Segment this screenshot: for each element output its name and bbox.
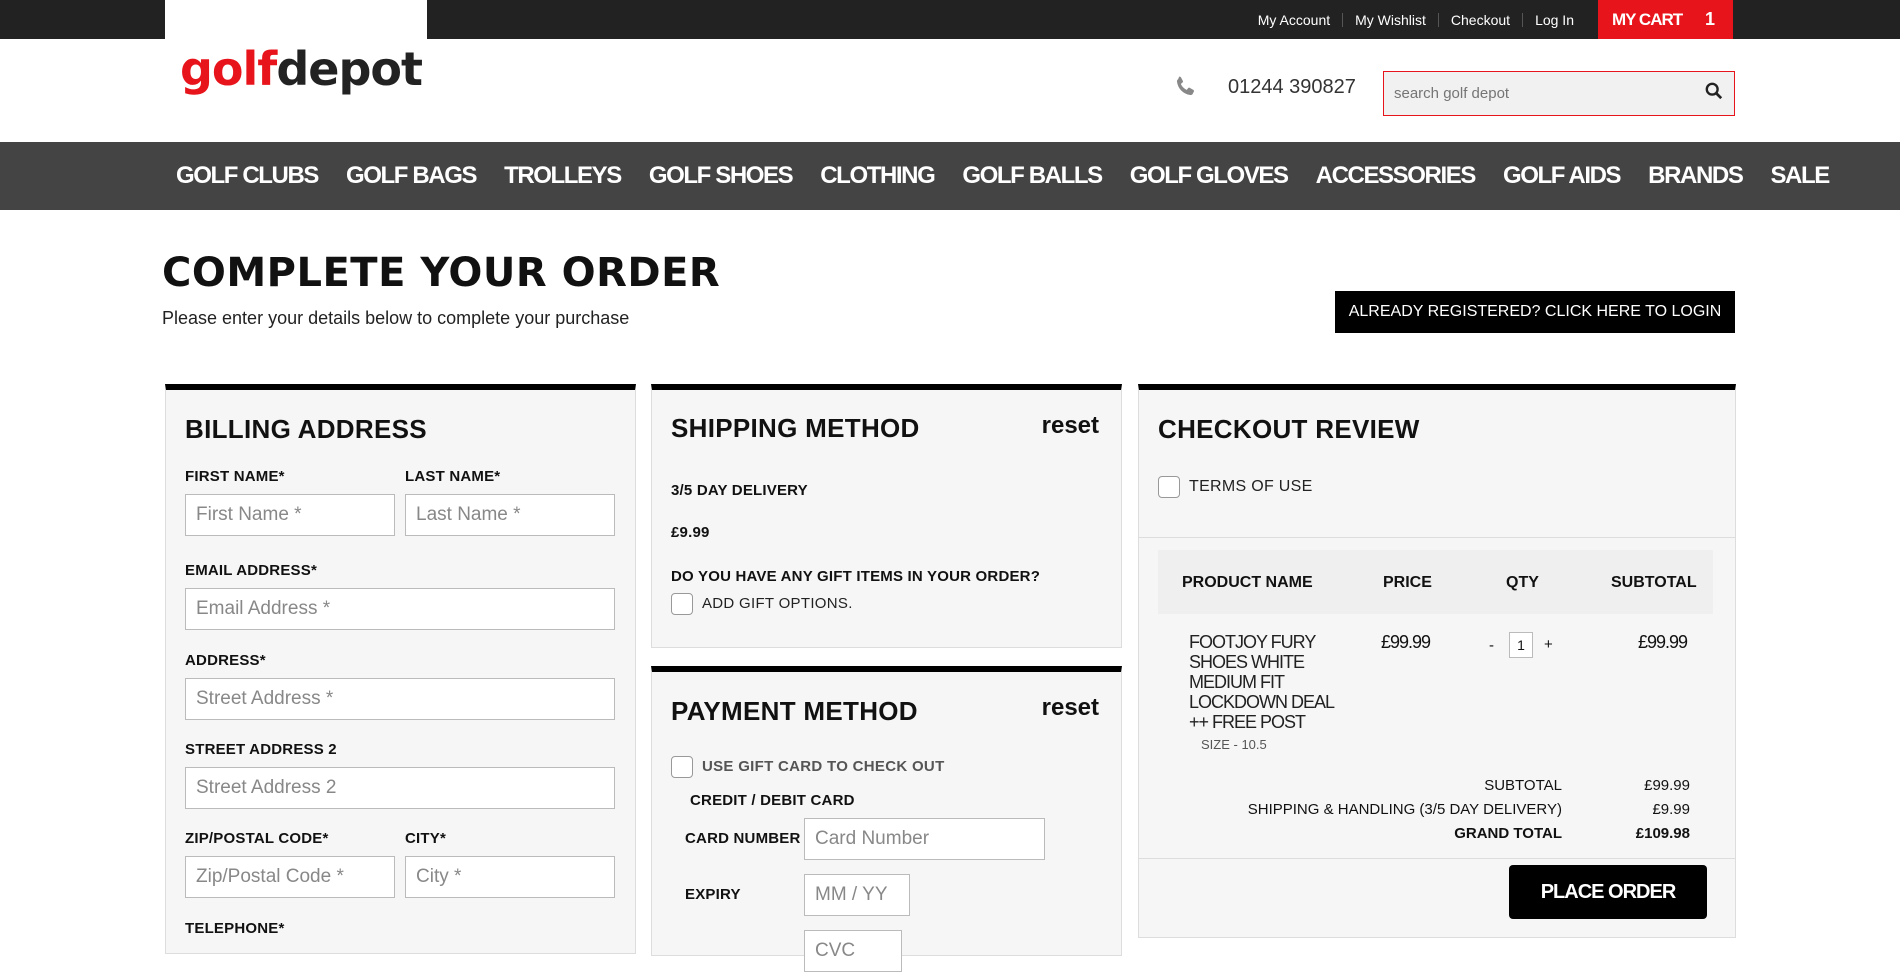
grand-total-value: £109.98 [1635,825,1690,842]
expiry-field[interactable]: MM / YY [804,874,910,916]
login-link[interactable]: Log In [1523,13,1586,27]
shipping-method-name: 3/5 DAY DELIVERY [671,482,808,499]
review-title: CHECKOUT REVIEW [1158,414,1420,444]
already-registered-login-button[interactable]: ALREADY REGISTERED? CLICK HERE TO LOGIN [1335,291,1735,333]
street-address-2-field[interactable]: Street Address 2 [185,767,615,809]
email-field[interactable]: Email Address * [185,588,615,630]
review-divider-bottom [1139,858,1735,859]
shipping-value: £9.99 [1652,801,1690,818]
shipping-reset-link[interactable]: reset [1042,412,1099,440]
shipping-title: SHIPPING METHOD [671,413,920,443]
nav-golf-shoes[interactable]: GOLF SHOES [649,162,794,190]
nav-sale[interactable]: SALE [1770,162,1830,190]
city-field[interactable]: City * [405,856,615,898]
my-wishlist-link[interactable]: My Wishlist [1343,12,1439,27]
col-subtotal: SUBTOTAL [1611,574,1697,591]
nav-accessories[interactable]: ACCESSORIES [1316,162,1477,190]
street-address-field[interactable]: Street Address * [185,678,615,720]
first-name-label: FIRST NAME* [185,468,285,485]
logo-golf: golf [180,42,277,96]
gift-card-checkbox[interactable] [671,756,693,778]
terms-checkbox[interactable] [1158,476,1180,498]
item-subtotal: £99.99 [1638,632,1688,652]
subtotal-label: SUBTOTAL [1484,777,1562,794]
card-number-label: CARD NUMBER [685,830,801,847]
street-address-2-label: STREET ADDRESS 2 [185,741,337,758]
my-account-link[interactable]: My Account [1246,12,1344,27]
checkout-link[interactable]: Checkout [1439,12,1524,27]
item-size: SIZE - 10.5 [1201,737,1267,752]
search-icon[interactable] [1694,82,1734,105]
phone-contact: 01244 390827 [1172,74,1356,100]
search-input[interactable] [1384,72,1694,115]
top-links: My Account My Wishlist Checkout Log In M… [1246,0,1733,39]
shipping-price: £9.99 [671,524,710,541]
my-cart-button[interactable]: MY CART 1 [1598,0,1733,39]
review-divider [1139,537,1735,538]
zip-field[interactable]: Zip/Postal Code * [185,856,395,898]
payment-reset-link[interactable]: reset [1042,694,1099,722]
page-title: COMPLETE YOUR ORDER [162,250,721,296]
city-label: CITY* [405,830,447,847]
place-order-button[interactable]: PLACE ORDER [1509,865,1707,919]
qty-input[interactable]: 1 [1509,632,1533,658]
cart-label: MY CART [1612,9,1683,29]
phone-icon [1172,74,1198,100]
last-name-label: LAST NAME* [405,468,501,485]
col-qty: QTY [1506,574,1539,591]
item-name[interactable]: FOOTJOY FURY SHOES WHITE MEDIUM FIT LOCK… [1189,632,1335,732]
page-subtitle: Please enter your details below to compl… [162,308,630,328]
shipping-label: SHIPPING & HANDLING (3/5 DAY DELIVERY) [1247,801,1562,818]
gift-options-label: ADD GIFT OPTIONS. [702,595,853,612]
nav-trolleys[interactable]: TROLLEYS [504,162,622,190]
top-bar: My Account My Wishlist Checkout Log In M… [0,0,1900,39]
zip-label: ZIP/POSTAL CODE* [185,830,329,847]
first-name-field[interactable]: First Name * [185,494,395,536]
main-nav: GOLF CLUBS GOLF BAGS TROLLEYS GOLF SHOES… [0,142,1900,210]
grand-total-label: GRAND TOTAL [1454,825,1562,842]
item-price: £99.99 [1381,632,1431,652]
nav-golf-gloves[interactable]: GOLF GLOVES [1130,162,1289,190]
last-name-field[interactable]: Last Name * [405,494,615,536]
cart-count: 1 [1704,9,1715,29]
email-label: EMAIL ADDRESS* [185,562,317,579]
card-number-field[interactable]: Card Number [804,818,1045,860]
phone-number: 01244 390827 [1228,75,1356,98]
logo-tab [165,0,427,39]
qty-increase-button[interactable]: + [1544,636,1553,653]
logo-depot: depot [276,42,423,96]
card-heading: CREDIT / DEBIT CARD [690,792,855,809]
shipping-method-panel: SHIPPING METHOD reset 3/5 DAY DELIVERY £… [651,384,1122,648]
gift-question: DO YOU HAVE ANY GIFT ITEMS IN YOUR ORDER… [671,568,1041,585]
gift-card-label: USE GIFT CARD TO CHECK OUT [702,758,945,775]
nav-golf-balls[interactable]: GOLF BALLS [962,162,1103,190]
qty-decrease-button[interactable]: - [1489,637,1494,654]
gift-options-checkbox[interactable] [671,593,693,615]
search-box [1383,71,1735,116]
golfdepot-logo[interactable]: golfdepot [180,42,423,96]
subtotal-value: £99.99 [1644,777,1690,794]
address-label: ADDRESS* [185,652,266,669]
expiry-label: EXPIRY [685,886,741,903]
nav-brands[interactable]: BRANDS [1648,162,1744,190]
nav-golf-clubs[interactable]: GOLF CLUBS [176,162,319,190]
nav-clothing[interactable]: CLOTHING [820,162,936,190]
nav-golf-aids[interactable]: GOLF AIDS [1503,162,1622,190]
telephone-label: TELEPHONE* [185,920,285,937]
payment-title: PAYMENT METHOD [671,696,918,726]
terms-label: TERMS OF USE [1189,478,1313,495]
cvc-field[interactable]: CVC [804,930,902,972]
billing-title: BILLING ADDRESS [185,414,427,444]
billing-address-panel: BILLING ADDRESS FIRST NAME* First Name *… [165,384,636,954]
col-price: PRICE [1383,574,1432,591]
col-product-name: PRODUCT NAME [1182,574,1313,591]
nav-golf-bags[interactable]: GOLF BAGS [346,162,477,190]
review-table-header: PRODUCT NAME PRICE QTY SUBTOTAL [1158,550,1713,614]
payment-method-panel: PAYMENT METHOD reset USE GIFT CARD TO CH… [651,666,1122,972]
